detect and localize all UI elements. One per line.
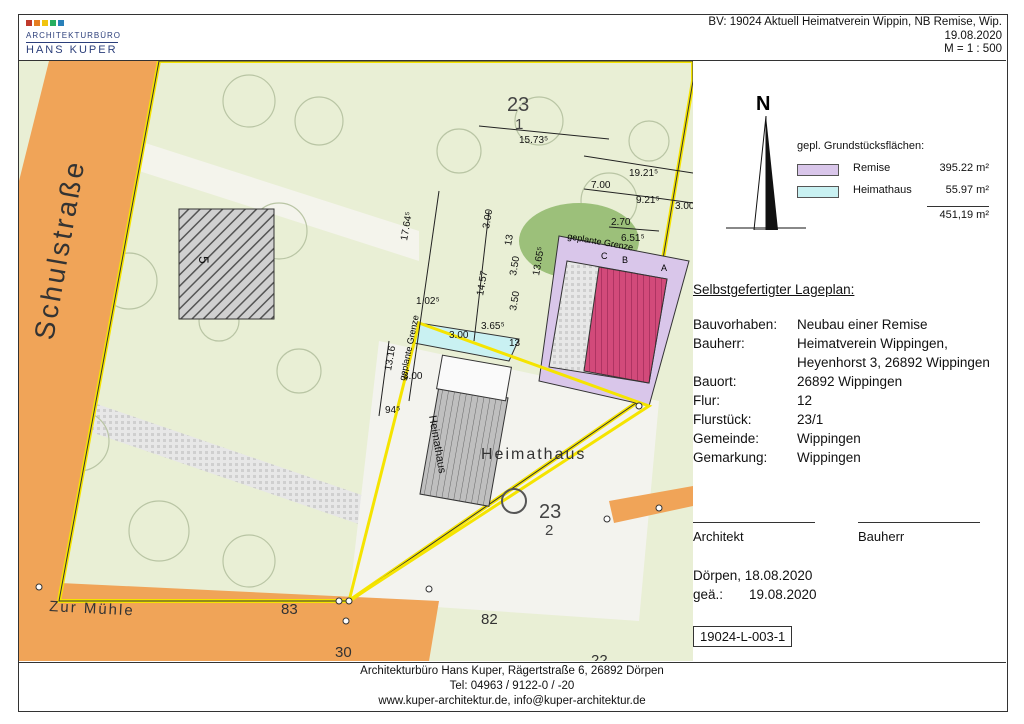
info-key: Gemarkung: [693, 450, 768, 465]
info-value: 26892 Wippingen [797, 374, 903, 389]
north-label: N [756, 93, 770, 115]
dim-label: 9.21⁵ [636, 195, 660, 206]
project-info: Selbstgefertigter Lageplan: Bauvorhaben:… [693, 280, 990, 467]
logo-square [58, 20, 64, 26]
dim-label: 2.70 [611, 217, 631, 228]
header-date: 19.08.2020 [944, 29, 1002, 42]
info-key: Flurstück: [693, 412, 752, 427]
axis-c: C [601, 251, 608, 261]
footer-web: www.kuper-architektur.de, info@kuper-arc… [378, 695, 646, 707]
footer-phone: Tel: 04963 / 9122-0 / -20 [449, 680, 575, 692]
logo-line2: HANS KUPER [26, 42, 118, 56]
signature-architekt: Architekt [693, 522, 815, 544]
logo-square [42, 20, 48, 26]
heimathaus-label: Heimathaus [481, 446, 586, 463]
footer-divider [18, 662, 1006, 663]
building-5 [178, 208, 275, 320]
legend-row-heimathaus: Heimathaus 55.97 m² [797, 184, 989, 206]
legend-title: gepl. Grundstücksflächen: [797, 140, 925, 152]
info-value: 12 [797, 393, 813, 408]
dim-label: 19.21⁵ [629, 168, 658, 179]
info-value: Heyenhorst 3, 26892 Wippingen [797, 355, 990, 370]
info-key: Bauvorhaben: [693, 317, 778, 332]
dim-label: 3.65⁵ [481, 321, 505, 332]
info-key: Flur: [693, 393, 720, 408]
dim-label: 3.00 [449, 330, 469, 341]
legend-swatch-heimathaus [797, 186, 839, 198]
plot-22: 22 [591, 652, 608, 661]
date-key: geä.: [693, 587, 724, 602]
info-row: Flur: 12 [693, 391, 990, 410]
info-row: Heyenhorst 3, 26892 Wippingen [693, 353, 990, 372]
plan-title: Selbstgefertigter Lageplan: [693, 282, 855, 297]
building-5-label: 5 [196, 256, 212, 264]
header-info: BV: 19024 Aktuell Heimatverein Wippin, N… [708, 16, 1002, 57]
north-arrow: N [726, 90, 806, 231]
date-line1: Dörpen, 18.08.2020 [693, 568, 813, 583]
date-block: Dörpen, 18.08.2020 geä.: 19.08.2020 [693, 566, 817, 604]
date-value: 19.08.2020 [749, 587, 817, 602]
info-value: Wippingen [797, 431, 861, 446]
legend-name: Remise [853, 162, 891, 174]
area-legend: gepl. Grundstücksflächen: Remise 395.22 … [797, 140, 989, 228]
info-key: Bauort: [693, 374, 737, 389]
info-value: 23/1 [797, 412, 824, 427]
footer-address: Architekturbüro Hans Kuper, Rägertstraße… [360, 665, 664, 677]
dim-label: 1.02⁵ [416, 296, 440, 307]
legend-total-row: 451,19 m² [797, 206, 989, 228]
dim-label: 94⁵ [385, 405, 400, 416]
info-key: Gemeinde: [693, 431, 760, 446]
info-key: Bauherr: [693, 336, 745, 351]
dim-label: 7.00 [591, 180, 611, 191]
parcel-center-sub: 2 [545, 522, 553, 539]
footer: Architekturbüro Hans Kuper, Rägertstraße… [18, 664, 1006, 709]
logo-square [34, 20, 40, 26]
info-row: Gemeinde: Wippingen [693, 429, 990, 448]
plot-30: 30 [335, 644, 352, 661]
info-value: Wippingen [797, 450, 861, 465]
office-logo: ARCHITEKTURBÜRO HANS KUPER [26, 20, 176, 60]
site-plan: 5 15.73⁵ 19.21⁵ 7.00 9.21⁵ 3.00 2.70 6.5… [19, 61, 693, 661]
axis-a: A [661, 263, 667, 273]
legend-row-remise: Remise 395.22 m² [797, 162, 989, 184]
logo-square [50, 20, 56, 26]
plot-82: 82 [481, 611, 498, 628]
info-row: Bauort: 26892 Wippingen [693, 372, 990, 391]
dim-label: 13 [509, 338, 521, 349]
info-value: Heimatverein Wippingen, [797, 336, 948, 351]
logo-squares [26, 20, 176, 26]
dim-label: 3.00 [675, 201, 693, 212]
parcel-top-sub: 1 [515, 116, 523, 133]
dim-label: 15.73⁵ [519, 135, 548, 146]
date-line2: geä.: 19.08.2020 [693, 585, 817, 604]
info-row: Flurstück: 23/1 [693, 410, 990, 429]
legend-swatch-remise [797, 164, 839, 176]
legend-name: Heimathaus [853, 184, 912, 196]
parcel-center-number: 23 [539, 501, 561, 523]
logo-square [26, 20, 32, 26]
signature-bauherr: Bauherr [858, 522, 980, 544]
legend-value: 55.97 m² [945, 184, 989, 196]
info-row: Bauvorhaben: Neubau einer Remise [693, 315, 990, 334]
info-row: Bauherr: Heimatverein Wippingen, [693, 334, 990, 353]
legend-total: 451,19 m² [927, 206, 989, 221]
plot-83: 83 [281, 601, 298, 618]
scale-label: M = 1 : 500 [944, 43, 1002, 55]
info-row: Gemarkung: Wippingen [693, 448, 990, 467]
project-title: BV: 19024 Aktuell Heimatverein Wippin, N… [708, 16, 1002, 28]
drawing-number: 19024-L-003-1 [693, 626, 793, 647]
logo-line1: ARCHITEKTURBÜRO [26, 31, 122, 40]
legend-value: 395.22 m² [939, 162, 989, 174]
axis-b: B [622, 255, 628, 265]
info-value: Neubau einer Remise [797, 317, 928, 332]
parcel-top-number: 23 [507, 94, 529, 116]
